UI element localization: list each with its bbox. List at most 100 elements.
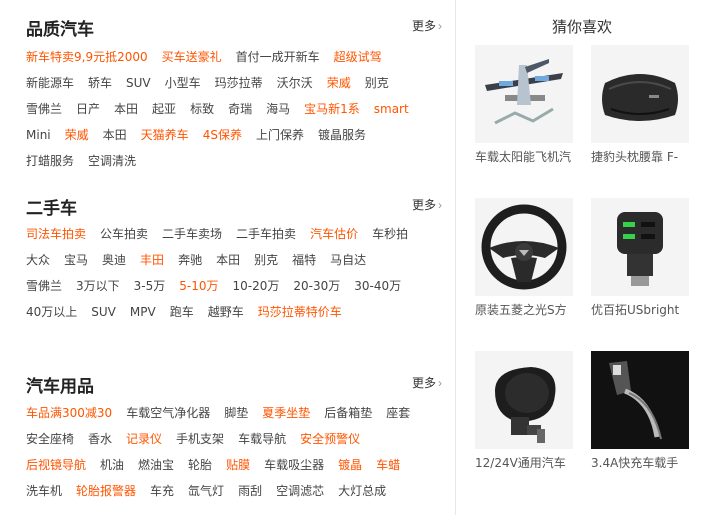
category-link[interactable]: 30-40万 bbox=[354, 273, 401, 299]
category-link[interactable]: 3万以下 bbox=[76, 273, 120, 299]
category-link[interactable]: 本田 bbox=[114, 96, 138, 122]
category-link[interactable]: 雪佛兰 bbox=[26, 96, 62, 122]
category-link[interactable]: 座套 bbox=[386, 400, 410, 426]
category-link[interactable]: 超级试驾 bbox=[334, 44, 382, 70]
category-link[interactable]: 空调清洗 bbox=[88, 148, 136, 174]
category-panel: 品质汽车 更多 › 新车特卖9,9元抵2000 买车送豪礼 首付一成开新车 超级试驾 新能… bbox=[0, 0, 455, 515]
category-link[interactable]: 10-20万 bbox=[233, 273, 280, 299]
more-label: 更多 bbox=[411, 376, 436, 390]
category-link[interactable]: 镀晶服务 bbox=[318, 122, 366, 148]
product-card[interactable]: 捷豹头枕腰靠 F- bbox=[591, 45, 689, 165]
car-phone-charger-icon bbox=[591, 351, 689, 449]
category-link[interactable]: 5-10万 bbox=[179, 273, 218, 299]
category-link[interactable]: 玛莎拉蒂特价车 bbox=[258, 299, 342, 325]
section-title: 二手车 bbox=[26, 199, 77, 219]
category-link[interactable]: 天猫养车 bbox=[141, 122, 189, 148]
product-name: 原装五菱之光S方 bbox=[475, 303, 567, 317]
category-link[interactable]: 轮胎报警器 bbox=[76, 478, 136, 504]
category-link[interactable]: 丰田 bbox=[140, 247, 164, 273]
category-link[interactable]: 燃油宝 bbox=[138, 452, 174, 478]
category-link[interactable]: 二手车拍卖 bbox=[236, 221, 296, 247]
product-card[interactable]: 3.4A快充车载手 bbox=[591, 351, 689, 471]
category-link[interactable]: 司法车拍卖 bbox=[26, 221, 86, 247]
category-link[interactable]: 香水 bbox=[88, 426, 112, 452]
category-link[interactable]: 打蜡服务 bbox=[26, 148, 74, 174]
category-link[interactable]: SUV bbox=[91, 299, 116, 325]
category-link[interactable]: 夏季坐垫 bbox=[262, 400, 310, 426]
category-link[interactable]: 空调滤芯 bbox=[276, 478, 324, 504]
category-link[interactable]: 奥迪 bbox=[102, 247, 126, 273]
category-link[interactable]: 越野车 bbox=[208, 299, 244, 325]
category-link[interactable]: 汽车估价 bbox=[310, 221, 358, 247]
category-link[interactable]: 别克 bbox=[254, 247, 278, 273]
category-link[interactable]: 海马 bbox=[266, 96, 290, 122]
category-link[interactable]: 大众 bbox=[26, 247, 50, 273]
category-link[interactable]: 宝马 bbox=[64, 247, 88, 273]
category-link[interactable]: smart bbox=[374, 96, 409, 122]
category-link[interactable]: 车载吸尘器 bbox=[264, 452, 324, 478]
category-link[interactable]: 轿车 bbox=[88, 70, 112, 96]
more-link[interactable]: 更多 › bbox=[412, 196, 442, 213]
category-link[interactable]: 别克 bbox=[365, 70, 389, 96]
category-link[interactable]: 马自达 bbox=[330, 247, 366, 273]
category-link[interactable]: 玛莎拉蒂 bbox=[215, 70, 263, 96]
category-link[interactable]: 后备箱垫 bbox=[324, 400, 372, 426]
category-link[interactable]: 荣威 bbox=[65, 122, 89, 148]
product-card[interactable]: 原装五菱之光S方 bbox=[475, 198, 573, 318]
category-link[interactable]: 新能源车 bbox=[26, 70, 74, 96]
category-link[interactable]: 雨刮 bbox=[238, 478, 262, 504]
category-link[interactable]: 车载导航 bbox=[238, 426, 286, 452]
category-link[interactable]: 荣威 bbox=[327, 70, 351, 96]
more-link[interactable]: 更多 › bbox=[412, 17, 442, 34]
category-link[interactable]: 车蜡 bbox=[376, 452, 400, 478]
category-link[interactable]: SUV bbox=[126, 70, 151, 96]
more-link[interactable]: 更多 › bbox=[412, 374, 442, 391]
category-link[interactable]: 本田 bbox=[103, 122, 127, 148]
category-link[interactable]: 首付一成开新车 bbox=[236, 44, 320, 70]
category-link[interactable]: 车品满300减30 bbox=[26, 400, 112, 426]
category-link[interactable]: 脚垫 bbox=[224, 400, 248, 426]
category-link[interactable]: 安全预警仪 bbox=[300, 426, 360, 452]
product-card[interactable]: 优百拓USbright bbox=[591, 198, 689, 318]
category-link[interactable]: 安全座椅 bbox=[26, 426, 74, 452]
category-link[interactable]: 新车特卖9,9元抵2000 bbox=[26, 44, 148, 70]
category-link[interactable]: 小型车 bbox=[165, 70, 201, 96]
category-link[interactable]: 20-30万 bbox=[293, 273, 340, 299]
category-link[interactable]: 镀晶 bbox=[338, 452, 362, 478]
category-link[interactable]: 宝马新1系 bbox=[304, 96, 360, 122]
category-link[interactable]: 车载空气净化器 bbox=[126, 400, 210, 426]
category-link[interactable]: 轮胎 bbox=[188, 452, 212, 478]
category-link[interactable]: MPV bbox=[130, 299, 156, 325]
category-link[interactable]: 4S保养 bbox=[203, 122, 242, 148]
category-link[interactable]: 40万以上 bbox=[26, 299, 77, 325]
category-link[interactable]: 买车送豪礼 bbox=[162, 44, 222, 70]
category-link[interactable]: 手机支架 bbox=[176, 426, 224, 452]
category-link[interactable]: 标致 bbox=[190, 96, 214, 122]
product-card[interactable]: 车载太阳能飞机汽 bbox=[475, 45, 573, 165]
category-link[interactable]: 本田 bbox=[216, 247, 240, 273]
category-link[interactable]: 起亚 bbox=[152, 96, 176, 122]
category-link[interactable]: 奇瑞 bbox=[228, 96, 252, 122]
category-link[interactable]: 后视镜导航 bbox=[26, 452, 86, 478]
category-link[interactable]: 洗车机 bbox=[26, 478, 62, 504]
category-link[interactable]: 3-5万 bbox=[134, 273, 166, 299]
category-link[interactable]: 贴膜 bbox=[226, 452, 250, 478]
category-link[interactable]: 公车拍卖 bbox=[100, 221, 148, 247]
category-link[interactable]: 大灯总成 bbox=[338, 478, 386, 504]
category-link[interactable]: 跑车 bbox=[170, 299, 194, 325]
category-link[interactable]: 福特 bbox=[292, 247, 316, 273]
category-link[interactable]: 车充 bbox=[150, 478, 174, 504]
category-link[interactable]: 机油 bbox=[100, 452, 124, 478]
category-link[interactable]: 上门保养 bbox=[256, 122, 304, 148]
category-link[interactable]: 二手车卖场 bbox=[162, 221, 222, 247]
product-card[interactable]: 12/24V通用汽车 bbox=[475, 351, 573, 471]
category-link[interactable]: 雪佛兰 bbox=[26, 273, 62, 299]
section-used-cars: 二手车 更多 › 司法车拍卖 公车拍卖 二手车卖场 二手车拍卖 汽车估价 车秒拍大众 宝马 奥迪… bbox=[26, 194, 442, 334]
category-link[interactable]: 记录仪 bbox=[126, 426, 162, 452]
category-link[interactable]: 沃尔沃 bbox=[277, 70, 313, 96]
category-link[interactable]: 日产 bbox=[76, 96, 100, 122]
category-link[interactable]: 车秒拍 bbox=[372, 221, 408, 247]
category-link[interactable]: 氙气灯 bbox=[188, 478, 224, 504]
category-link[interactable]: 奔驰 bbox=[178, 247, 202, 273]
category-link[interactable]: Mini bbox=[26, 122, 51, 148]
